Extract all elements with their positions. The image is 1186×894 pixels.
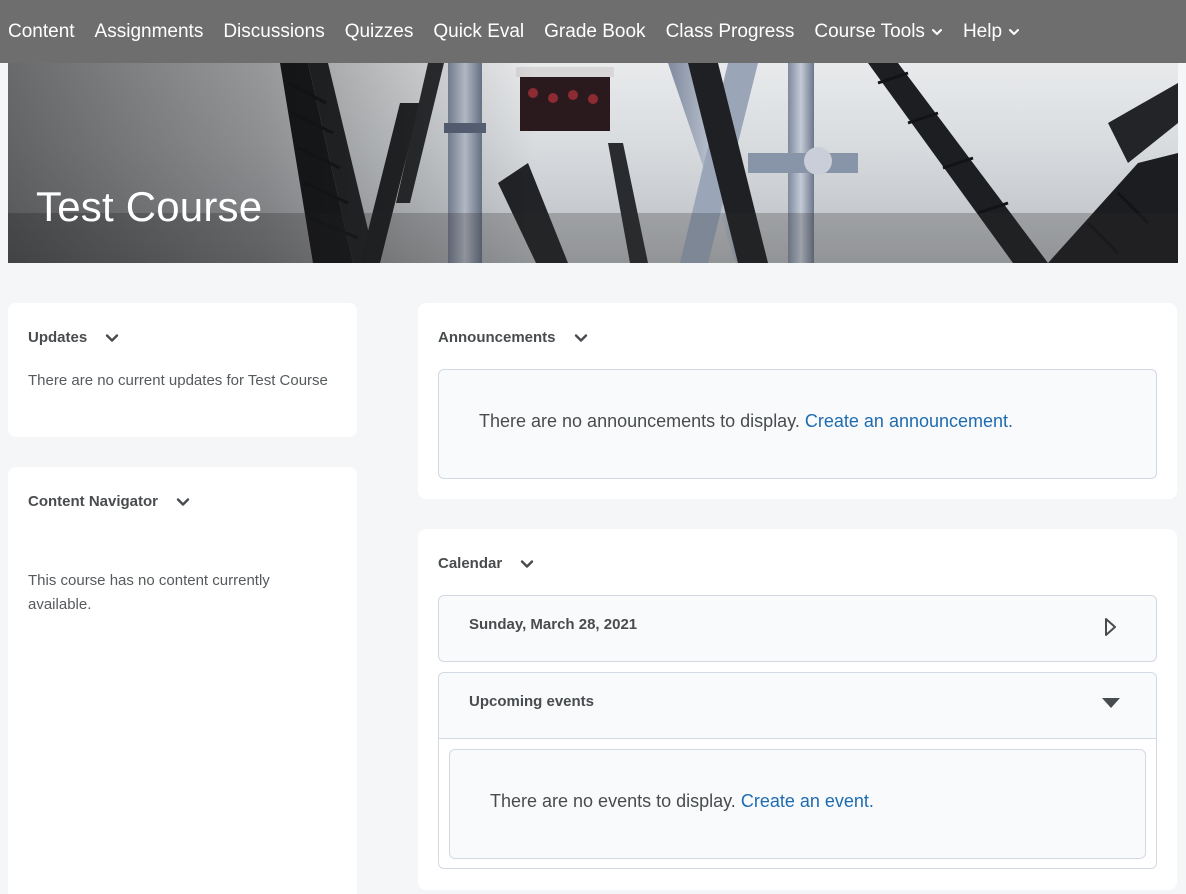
chevron-down-icon[interactable] [574,331,588,345]
announcements-empty-message: There are no announcements to display. C… [479,411,1013,432]
course-title: Test Course [36,183,263,230]
events-empty-message: There are no events to display. Create a… [490,791,874,812]
calendar-date: Sunday, March 28, 2021 [469,616,638,633]
chevron-down-icon [931,28,942,35]
events-empty-box: There are no events to display. Create a… [449,749,1146,859]
play-triangle-right-icon[interactable] [1103,617,1117,637]
announcements-title: Announcements [438,329,556,346]
announcements-widget: Announcements There are no announcements… [418,303,1177,499]
help-label: Help [962,20,1003,42]
chevron-down-icon[interactable] [520,557,534,571]
course-banner: Test Course [8,63,1178,263]
announcements-empty-box: There are no announcements to display. C… [438,369,1157,479]
updates-title: Updates [28,329,88,346]
calendar-widget: Calendar Sunday, March 28, 2021 Upcoming… [418,529,1177,890]
events-empty-text: There are no events to display. [490,791,736,811]
create-announcement-link[interactable]: Create an announcement. [805,411,1013,431]
content-navigator-widget: Content Navigator This course has no con… [8,467,357,894]
updates-widget: Updates There are no current updates for… [8,303,357,437]
nav-item-quizzes[interactable]: Quizzes [345,21,414,43]
nav-item-class-progress[interactable]: Class Progress [666,21,795,43]
content-navigator-title: Content Navigator [28,493,159,510]
nav-item-course-tools[interactable]: Course Tools [814,21,943,43]
announcements-empty-text: There are no announcements to display. [479,411,800,431]
calendar-header: Calendar [438,555,534,572]
upcoming-events-label: Upcoming events [469,693,595,710]
chevron-down-icon [1009,28,1020,35]
nav-item-assignments[interactable]: Assignments [95,21,204,43]
caret-down-icon[interactable] [1101,697,1121,709]
course-navbar: Content Assignments Discussions Quizzes … [0,0,1186,63]
calendar-title: Calendar [438,555,503,572]
updates-header: Updates [28,329,119,346]
chevron-down-icon[interactable] [105,331,119,345]
updates-message: There are no current updates for Test Co… [28,372,328,389]
upcoming-events-panel: Upcoming events There are no events to d… [438,672,1157,869]
nav-item-discussions[interactable]: Discussions [223,21,324,43]
chevron-down-icon[interactable] [176,495,190,509]
calendar-date-row[interactable]: Sunday, March 28, 2021 [438,595,1157,662]
nav-item-content[interactable]: Content [8,21,75,43]
nav-item-help[interactable]: Help [963,21,1020,43]
banner-overlay [8,63,1178,263]
nav-item-grade-book[interactable]: Grade Book [544,21,645,43]
create-event-link[interactable]: Create an event. [741,791,874,811]
nav-item-quick-eval[interactable]: Quick Eval [433,21,524,43]
content-navigator-message: This course has no content currently ava… [28,572,270,613]
content-navigator-header: Content Navigator [28,493,190,510]
upcoming-events-header[interactable]: Upcoming events [439,673,1156,739]
announcements-header: Announcements [438,329,588,346]
course-tools-label: Course Tools [814,20,925,42]
